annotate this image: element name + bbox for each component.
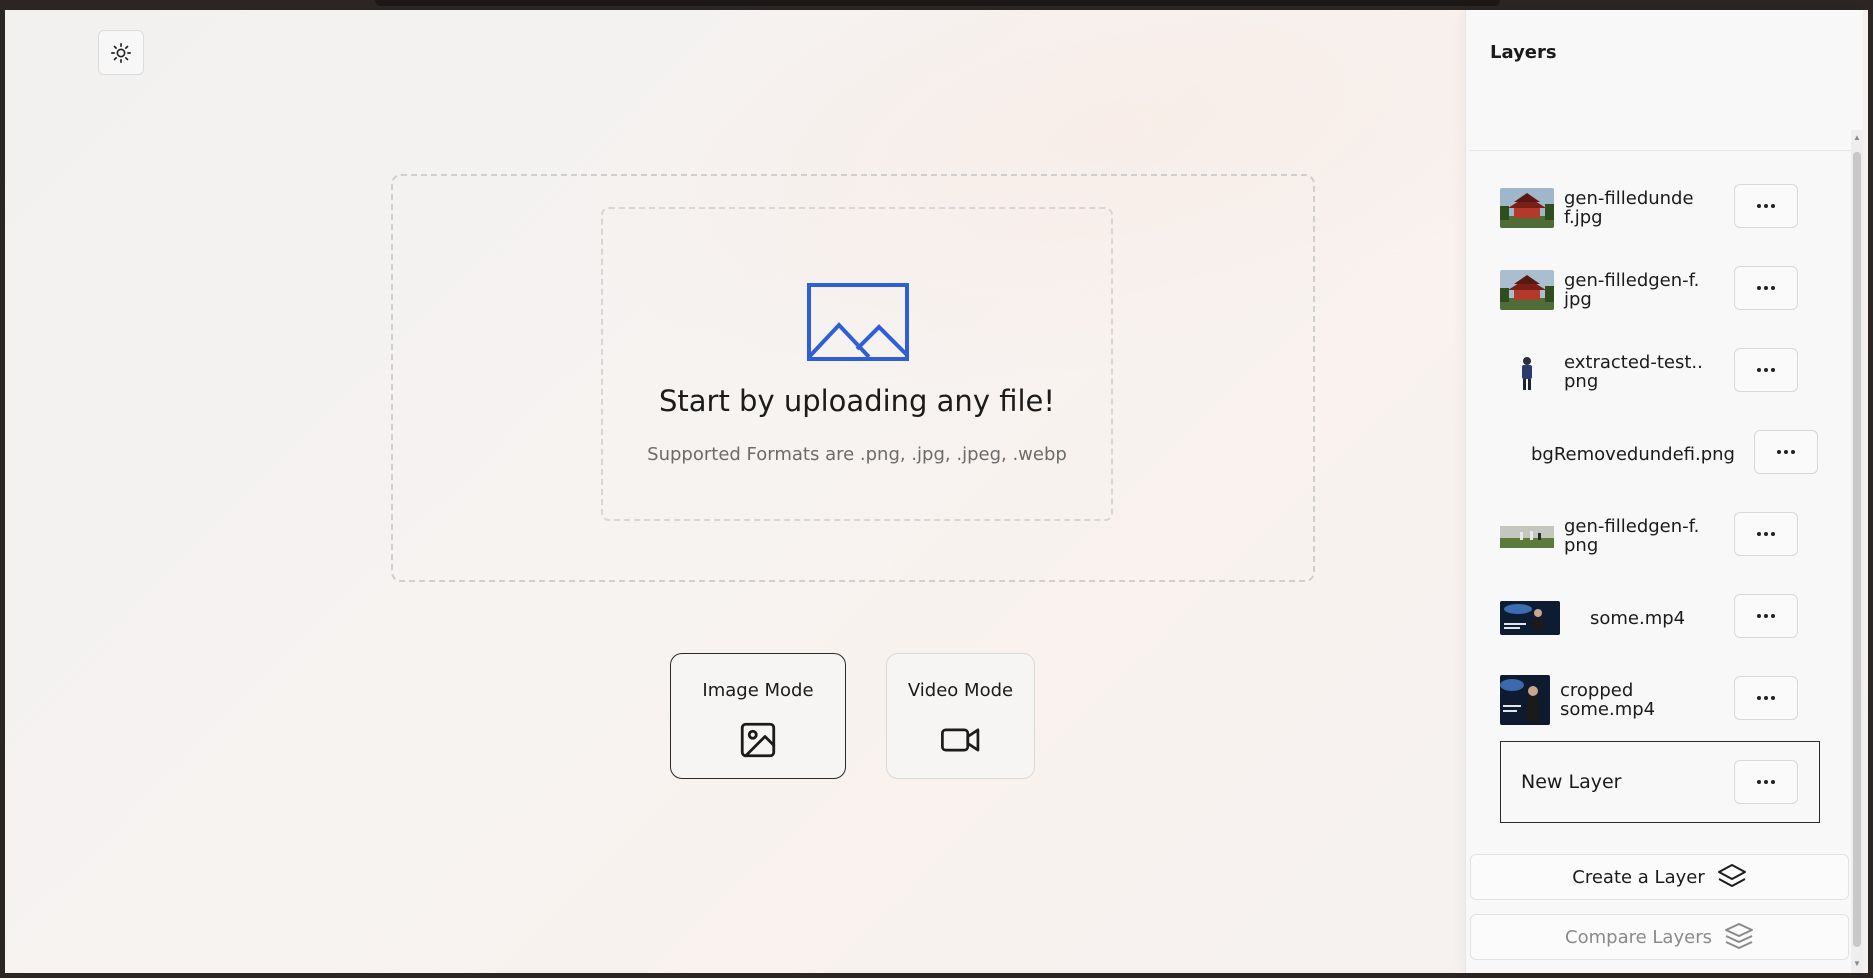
scroll-down-icon[interactable]: ▼ — [1853, 960, 1861, 968]
layer-name: cropped some.mp4 — [1560, 680, 1656, 720]
layer-options-button[interactable] — [1734, 512, 1798, 556]
layer-item[interactable]: extracted-test..png — [1500, 339, 1830, 405]
more-icon — [1757, 614, 1775, 618]
more-icon — [1757, 286, 1775, 290]
image-mode-button[interactable]: Image Mode — [670, 653, 846, 779]
layer-name: bgRemovedundefi.png — [1531, 443, 1735, 465]
layer-thumbnail — [1500, 601, 1560, 635]
compare-layers-label: Compare Layers — [1565, 926, 1712, 948]
more-icon — [1757, 532, 1775, 536]
layer-name: gen-filledgen-f.jpg — [1564, 270, 1700, 310]
window-title-strip — [375, 0, 1500, 6]
layer-item[interactable]: bgRemovedundefi.png — [1522, 421, 1852, 487]
more-icon — [1757, 780, 1775, 784]
layer-item[interactable]: some.mp4 — [1500, 585, 1830, 651]
video-mode-label: Video Mode — [907, 680, 1014, 701]
video-mode-button[interactable]: Video Mode — [886, 653, 1035, 779]
layer-options-button[interactable] — [1754, 430, 1818, 474]
layer-item[interactable]: gen-filledundef.jpg — [1500, 175, 1830, 241]
new-layer-item[interactable]: New Layer — [1500, 741, 1820, 823]
create-layer-button[interactable]: Create a Layer — [1470, 854, 1849, 900]
layer-thumbnail — [1500, 270, 1554, 310]
video-camera-icon — [940, 728, 979, 752]
more-icon — [1757, 696, 1775, 700]
panel-title: Layers — [1490, 42, 1557, 63]
stacked-layers-icon — [1724, 922, 1754, 952]
upload-title: Start by uploading any file! — [658, 384, 1055, 418]
layer-options-button[interactable] — [1734, 760, 1798, 804]
layer-thumbnail — [1500, 526, 1554, 548]
layer-options-button[interactable] — [1734, 266, 1798, 310]
layers-panel — [1465, 10, 1863, 973]
panel-scrollbar[interactable] — [1851, 130, 1863, 973]
upload-formats: Supported Formats are .png, .jpg, .jpeg,… — [647, 444, 1067, 465]
upload-inner-area[interactable] — [601, 207, 1113, 521]
image-icon — [740, 722, 776, 758]
image-mode-label: Image Mode — [702, 680, 814, 701]
layer-options-button[interactable] — [1734, 184, 1798, 228]
layer-name: extracted-test..png — [1564, 352, 1703, 392]
scroll-up-icon[interactable]: ▲ — [1853, 134, 1861, 142]
layer-thumbnail — [1500, 188, 1554, 228]
layer-name: gen-filledgen-f.png — [1564, 516, 1700, 556]
sun-icon — [111, 42, 131, 63]
layer-item[interactable]: gen-filledgen-f.jpg — [1500, 257, 1830, 323]
panel-divider — [1470, 150, 1852, 151]
layer-name: some.mp4 — [1590, 607, 1686, 629]
layer-name: gen-filledundef.jpg — [1564, 188, 1694, 228]
compare-layers-button[interactable]: Compare Layers — [1470, 914, 1849, 960]
more-icon — [1757, 204, 1775, 208]
layer-options-button[interactable] — [1734, 676, 1798, 720]
layer-options-button[interactable] — [1734, 594, 1798, 638]
layers-icon — [1717, 863, 1747, 891]
theme-toggle-button[interactable] — [98, 30, 144, 75]
scrollbar-thumb[interactable] — [1853, 152, 1861, 947]
layer-name: New Layer — [1521, 771, 1622, 793]
layer-thumbnail — [1500, 675, 1550, 725]
layer-item[interactable]: gen-filledgen-f.png — [1500, 503, 1830, 569]
layer-options-button[interactable] — [1734, 348, 1798, 392]
image-icon — [807, 283, 909, 361]
more-icon — [1757, 368, 1775, 372]
layer-thumbnail — [1522, 357, 1532, 390]
create-layer-label: Create a Layer — [1572, 866, 1705, 888]
layer-item[interactable]: cropped some.mp4 — [1500, 667, 1830, 733]
more-icon — [1777, 450, 1795, 454]
